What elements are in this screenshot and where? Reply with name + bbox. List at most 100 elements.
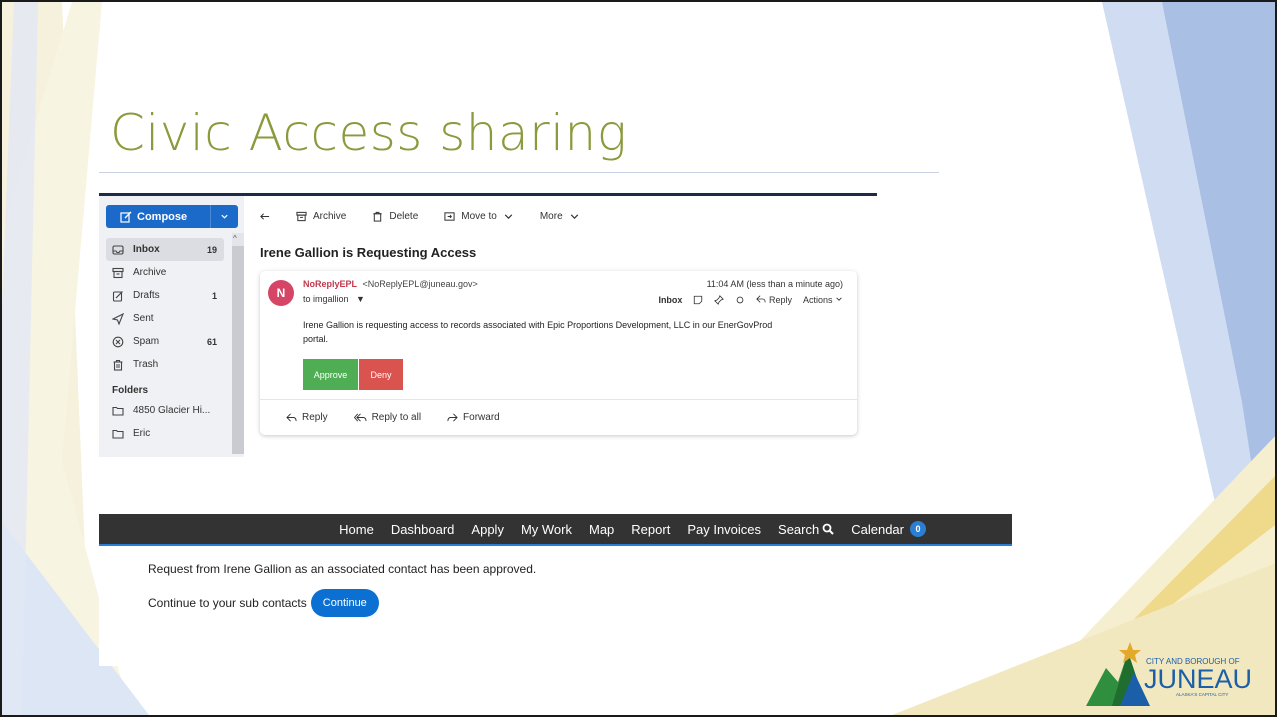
pin-icon[interactable] <box>714 294 725 305</box>
footer-reply-button[interactable]: Reply <box>286 412 328 423</box>
nav-map[interactable]: Map <box>589 522 614 537</box>
sent-icon <box>112 312 124 325</box>
reply-all-label: Reply to all <box>371 412 422 423</box>
juneau-logo: CITY AND BOROUGH OF JUNEAU ALASKA'S CAPI… <box>1086 642 1252 706</box>
chevron-down-icon <box>504 213 513 219</box>
folder-drafts[interactable]: Drafts 1 <box>106 284 224 307</box>
folder-label: Eric <box>133 428 151 439</box>
message-card: N NoReplyEPL <NoReplyEPL@juneau.gov> to … <box>260 271 857 435</box>
chevron-down-icon <box>836 296 842 301</box>
reply-icon <box>286 413 297 422</box>
slide: Civic Access sharing Compose Inbox 19 Ar… <box>0 0 1277 717</box>
folder-trash[interactable]: Trash <box>106 353 224 376</box>
message-actions: Inbox Reply Actions <box>658 294 843 305</box>
nav-search-label: Search <box>778 521 820 537</box>
reply-action[interactable]: Reply <box>756 294 792 305</box>
folder-icon <box>112 429 124 439</box>
folders-heading: Folders <box>112 385 149 396</box>
scroll-up-icon[interactable]: ^ <box>233 234 237 243</box>
trash-icon <box>113 359 123 371</box>
move-to-button[interactable]: Move to <box>444 211 514 222</box>
chevron-down-icon <box>570 213 578 219</box>
spam-icon <box>112 336 124 347</box>
reply-all-icon <box>353 413 367 422</box>
folder-custom-eric[interactable]: Eric <box>106 422 224 445</box>
spam-count: 61 <box>206 336 217 347</box>
approve-button[interactable]: Approve <box>303 359 358 390</box>
nav-pay-invoices[interactable]: Pay Invoices <box>687 522 761 537</box>
actions-label: Actions <box>802 294 833 305</box>
archive-button[interactable]: Archive <box>296 211 346 222</box>
nav-apply[interactable]: Apply <box>471 522 504 537</box>
title-divider <box>99 172 939 173</box>
folder-spam[interactable]: Spam 61 <box>106 330 224 353</box>
draft-count: 1 <box>211 290 217 301</box>
drafts-icon <box>112 290 123 302</box>
sidebar-scroll-thumb[interactable] <box>232 246 244 454</box>
folder-custom-4850[interactable]: 4850 Glacier Hi... <box>106 399 224 422</box>
compose-button[interactable]: Compose <box>106 205 238 228</box>
approval-message: Request from Irene Gallion as an associa… <box>148 562 537 576</box>
folder-sent[interactable]: Sent <box>106 307 224 330</box>
nav-report[interactable]: Report <box>631 522 670 537</box>
compose-icon <box>120 211 132 223</box>
compose-dropdown[interactable] <box>211 205 238 228</box>
actions-menu[interactable]: Actions <box>803 295 843 305</box>
inbox-tag[interactable]: Inbox <box>658 295 682 305</box>
forward-label: Forward <box>463 412 500 423</box>
back-arrow-icon <box>260 212 270 220</box>
search-icon <box>822 523 834 535</box>
logo-line2: JUNEAU <box>1144 664 1252 694</box>
folder-label: Trash <box>133 359 159 370</box>
archive-label: Archive <box>313 210 347 222</box>
move-folder-icon <box>444 211 455 221</box>
delete-label: Delete <box>389 210 419 222</box>
footer-forward-button[interactable]: Forward <box>447 412 500 423</box>
continue-row: Continue to your sub contacts Continue <box>148 589 379 617</box>
recipient-line[interactable]: to imgallion ▼ <box>303 294 365 304</box>
mail-sidebar: Compose Inbox 19 Archive Drafts 1 Sent S… <box>99 196 244 457</box>
delete-button[interactable]: Delete <box>372 211 418 222</box>
note-icon[interactable] <box>693 295 703 305</box>
folder-label: Drafts <box>133 290 160 301</box>
reply-icon <box>756 295 767 303</box>
reply-label: Reply <box>302 412 328 423</box>
message-toolbar: Archive Delete Move to More <box>259 207 606 225</box>
compose-main[interactable]: Compose <box>106 205 210 228</box>
nav-my-work[interactable]: My Work <box>521 522 572 537</box>
back-button[interactable] <box>259 211 270 222</box>
caret-down-icon[interactable]: ▼ <box>351 294 365 304</box>
card-divider <box>260 399 857 400</box>
reply-label: Reply <box>768 295 792 305</box>
portal-nav-items: Home Dashboard Apply My Work Map Report … <box>339 514 926 544</box>
footer-reply-all-button[interactable]: Reply to all <box>353 412 422 423</box>
message-time: 11:04 AM (less than a minute ago) <box>706 279 843 289</box>
more-label: More <box>539 210 563 222</box>
unread-circle-icon[interactable] <box>735 295 745 305</box>
more-button[interactable]: More <box>540 211 580 222</box>
nav-home[interactable]: Home <box>339 522 374 537</box>
sender-line: NoReplyEPL <NoReplyEPL@juneau.gov> <box>303 279 478 289</box>
folder-icon <box>112 406 124 416</box>
continue-prompt: Continue to your sub contacts <box>148 596 307 610</box>
folder-inbox[interactable]: Inbox 19 <box>106 238 224 261</box>
slide-title: Civic Access sharing <box>110 104 628 162</box>
nav-calendar[interactable]: Calendar 0 <box>851 521 926 537</box>
mail-client: Compose Inbox 19 Archive Drafts 1 Sent S… <box>99 193 877 457</box>
recipient: to imgallion <box>303 294 349 304</box>
message-body: Irene Gallion is requesting access to re… <box>303 320 773 344</box>
folder-label: Inbox <box>133 244 160 255</box>
nav-dashboard[interactable]: Dashboard <box>391 522 455 537</box>
archive-icon <box>296 211 307 221</box>
sender-avatar: N <box>268 280 294 306</box>
folder-archive[interactable]: Archive <box>106 261 224 284</box>
folder-label: Archive <box>133 267 167 278</box>
nav-search[interactable]: Search <box>778 522 834 537</box>
trash-icon <box>373 211 382 222</box>
inbox-icon <box>112 244 124 255</box>
folder-label: 4850 Glacier Hi... <box>133 405 211 416</box>
deny-button[interactable]: Deny <box>359 359 403 390</box>
sender-name[interactable]: NoReplyEPL <box>303 279 357 289</box>
portal-nav-bar: Home Dashboard Apply My Work Map Report … <box>99 514 1012 544</box>
continue-button[interactable]: Continue <box>310 589 379 617</box>
